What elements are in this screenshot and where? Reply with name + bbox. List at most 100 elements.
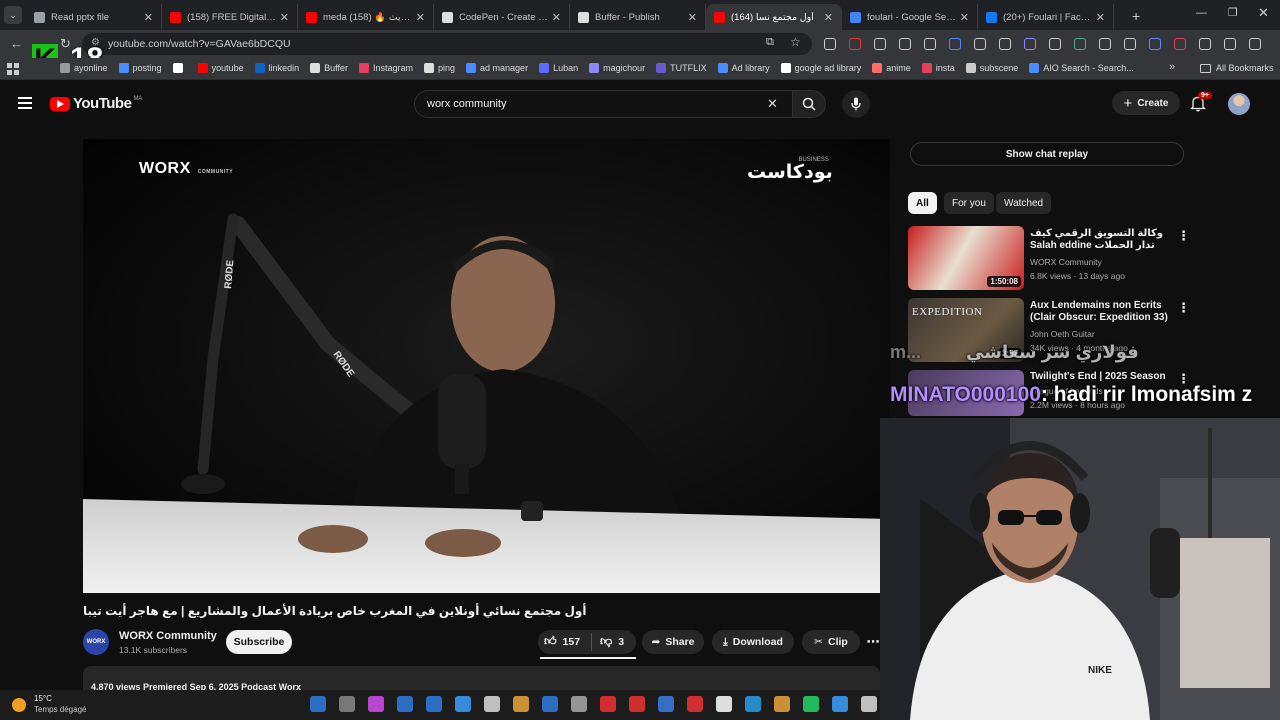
bookmark-item[interactable]: Ad library <box>717 63 770 73</box>
extension-icon[interactable] <box>949 38 961 50</box>
chip-watched[interactable]: Watched <box>996 192 1052 214</box>
taskbar-app-icon[interactable] <box>484 696 500 712</box>
hamburger-menu-icon[interactable] <box>18 97 32 109</box>
create-button[interactable]: + Create <box>1112 91 1180 115</box>
weather-desc[interactable]: Temps dégagé <box>34 705 86 714</box>
browser-tab[interactable]: CodePen - Create a New ✕ <box>434 4 570 30</box>
bookmark-item[interactable]: google ad library <box>780 63 861 73</box>
channel-name[interactable]: WORX Community <box>119 630 217 642</box>
extension-icon[interactable] <box>1249 38 1261 50</box>
taskbar-app-icon[interactable] <box>600 696 616 712</box>
close-window-icon[interactable]: ✕ <box>1258 5 1269 21</box>
share-button[interactable]: ➦ Share <box>642 630 704 654</box>
browser-tab[interactable]: (164) أول مجتمع نسا ✕ <box>706 4 842 30</box>
avatar[interactable] <box>1228 93 1250 115</box>
bookmark-item[interactable]: linkedin <box>254 63 299 73</box>
taskbar-app-icon[interactable] <box>571 696 587 712</box>
taskbar-app-icon[interactable] <box>716 696 732 712</box>
apps-grid-icon[interactable] <box>7 63 19 75</box>
extension-icon[interactable] <box>999 38 1011 50</box>
bookmark-item[interactable]: subscene <box>965 63 1018 73</box>
new-tab-icon[interactable]: + <box>1132 8 1140 24</box>
bookmark-item[interactable]: ayonline <box>60 63 108 73</box>
rec-channel-2[interactable]: John Oeth Guitar <box>1030 329 1095 339</box>
browser-tab[interactable]: foulari - Google Search ✕ <box>842 4 978 30</box>
bookmark-item[interactable]: ping <box>424 63 455 73</box>
bookmark-item[interactable]: youtube <box>197 63 244 73</box>
bookmark-item[interactable]: Instagram <box>358 63 413 73</box>
back-icon[interactable]: ← <box>10 36 23 51</box>
extension-icon[interactable] <box>874 38 886 50</box>
taskbar-app-icon[interactable] <box>687 696 703 712</box>
browser-tab[interactable]: Read pptx file ✕ <box>26 4 162 30</box>
close-tab-icon[interactable]: ✕ <box>416 11 425 24</box>
taskbar-app-icon[interactable] <box>368 696 384 712</box>
extension-icon[interactable] <box>974 38 986 50</box>
taskbar-app-icon[interactable] <box>745 696 761 712</box>
bookmark-item[interactable]: magichour <box>589 63 645 73</box>
search-input[interactable]: worx community ✕ <box>414 90 792 118</box>
bookmark-item[interactable]: Buffer <box>310 63 348 73</box>
channel-avatar[interactable]: WORX <box>83 629 109 655</box>
extension-icon[interactable] <box>1174 38 1186 50</box>
extension-icon[interactable] <box>1124 38 1136 50</box>
all-bookmarks-button[interactable]: All Bookmarks <box>1200 63 1274 73</box>
taskbar-app-icon[interactable] <box>513 696 529 712</box>
rec-title-1[interactable]: وكالة التسويق الرقمي كيف تدار الحملات Sa… <box>1030 228 1172 252</box>
bookmark-star-icon[interactable]: ☆ <box>790 35 801 49</box>
rec-title-2[interactable]: Aux Lendemains non Écrits (Clair Obscur:… <box>1030 300 1172 324</box>
show-chat-replay-button[interactable]: Show chat replay <box>910 142 1184 166</box>
extension-icon[interactable] <box>1224 38 1236 50</box>
extension-icon[interactable] <box>899 38 911 50</box>
more-actions-button[interactable]: ⋯ <box>866 630 880 654</box>
chip-for-you[interactable]: For you <box>944 192 994 214</box>
rec-menu-icon[interactable]: ⋮ <box>1177 228 1190 244</box>
extension-icon[interactable] <box>1099 38 1111 50</box>
close-tab-icon[interactable]: ✕ <box>144 11 153 24</box>
browser-tab[interactable]: meda تحديث 🔥 (158) ✕ <box>298 4 434 30</box>
taskbar-app-icon[interactable] <box>861 696 877 712</box>
browser-tab[interactable]: (158) FREE Digital Marke ✕ <box>162 4 298 30</box>
rec-title-3[interactable]: Twilight's End | 2025 Season 3 <box>1030 371 1172 383</box>
like-button[interactable]: 👍︎ 157 <box>544 634 580 649</box>
taskbar-app-icon[interactable] <box>339 696 355 712</box>
bookmark-item[interactable]: anime <box>872 63 911 73</box>
close-tab-icon[interactable]: ✕ <box>688 11 697 24</box>
extension-icon[interactable] <box>824 38 836 50</box>
weather-temp[interactable]: 15°C <box>34 694 52 703</box>
taskbar-app-icon[interactable] <box>310 696 326 712</box>
youtube-logo[interactable]: YouTube MA <box>50 95 142 112</box>
bookmark-item[interactable]: TUTFLIX <box>656 63 707 73</box>
extension-icon[interactable] <box>1074 38 1086 50</box>
rec-thumbnail-1[interactable]: 1:50:08 <box>908 226 1024 290</box>
subscribe-button[interactable]: Subscribe <box>226 630 292 654</box>
dislike-button[interactable]: 👎︎ 3 <box>600 634 624 649</box>
clear-search-icon[interactable]: ✕ <box>767 96 778 112</box>
restore-icon[interactable]: ❐ <box>1228 6 1238 19</box>
extension-icon[interactable] <box>1049 38 1061 50</box>
notifications-button[interactable]: 9+ <box>1189 92 1212 117</box>
extension-icon[interactable] <box>1149 38 1161 50</box>
taskbar-app-icon[interactable] <box>774 696 790 712</box>
search-button[interactable] <box>792 90 826 118</box>
address-bar[interactable]: ⚙ youtube.com/watch?v=GAVae6bDCQU ⧉ ☆ <box>82 33 812 55</box>
browser-tab[interactable]: Buffer - Publish ✕ <box>570 4 706 30</box>
taskbar-app-icon[interactable] <box>803 696 819 712</box>
extension-icon[interactable] <box>1024 38 1036 50</box>
bookmarks-overflow-icon[interactable]: » <box>1169 61 1175 73</box>
extension-icon[interactable] <box>1199 38 1211 50</box>
close-tab-icon[interactable]: ✕ <box>1096 11 1105 24</box>
extension-icon[interactable] <box>849 38 861 50</box>
close-tab-icon[interactable]: ✕ <box>552 11 561 24</box>
rec-menu-icon[interactable]: ⋮ <box>1177 300 1190 316</box>
bookmark-item[interactable]: AIO Search - Search... <box>1029 63 1134 73</box>
bookmark-item[interactable]: Luban <box>539 63 578 73</box>
minimize-icon[interactable]: — <box>1196 7 1207 19</box>
taskbar-app-icon[interactable] <box>397 696 413 712</box>
bookmark-item[interactable]: posting <box>118 63 162 73</box>
close-tab-icon[interactable]: ✕ <box>960 11 969 24</box>
taskbar-app-icon[interactable] <box>658 696 674 712</box>
taskbar-app-icon[interactable] <box>832 696 848 712</box>
taskbar-app-icon[interactable] <box>629 696 645 712</box>
install-app-icon[interactable]: ⧉ <box>766 36 774 49</box>
